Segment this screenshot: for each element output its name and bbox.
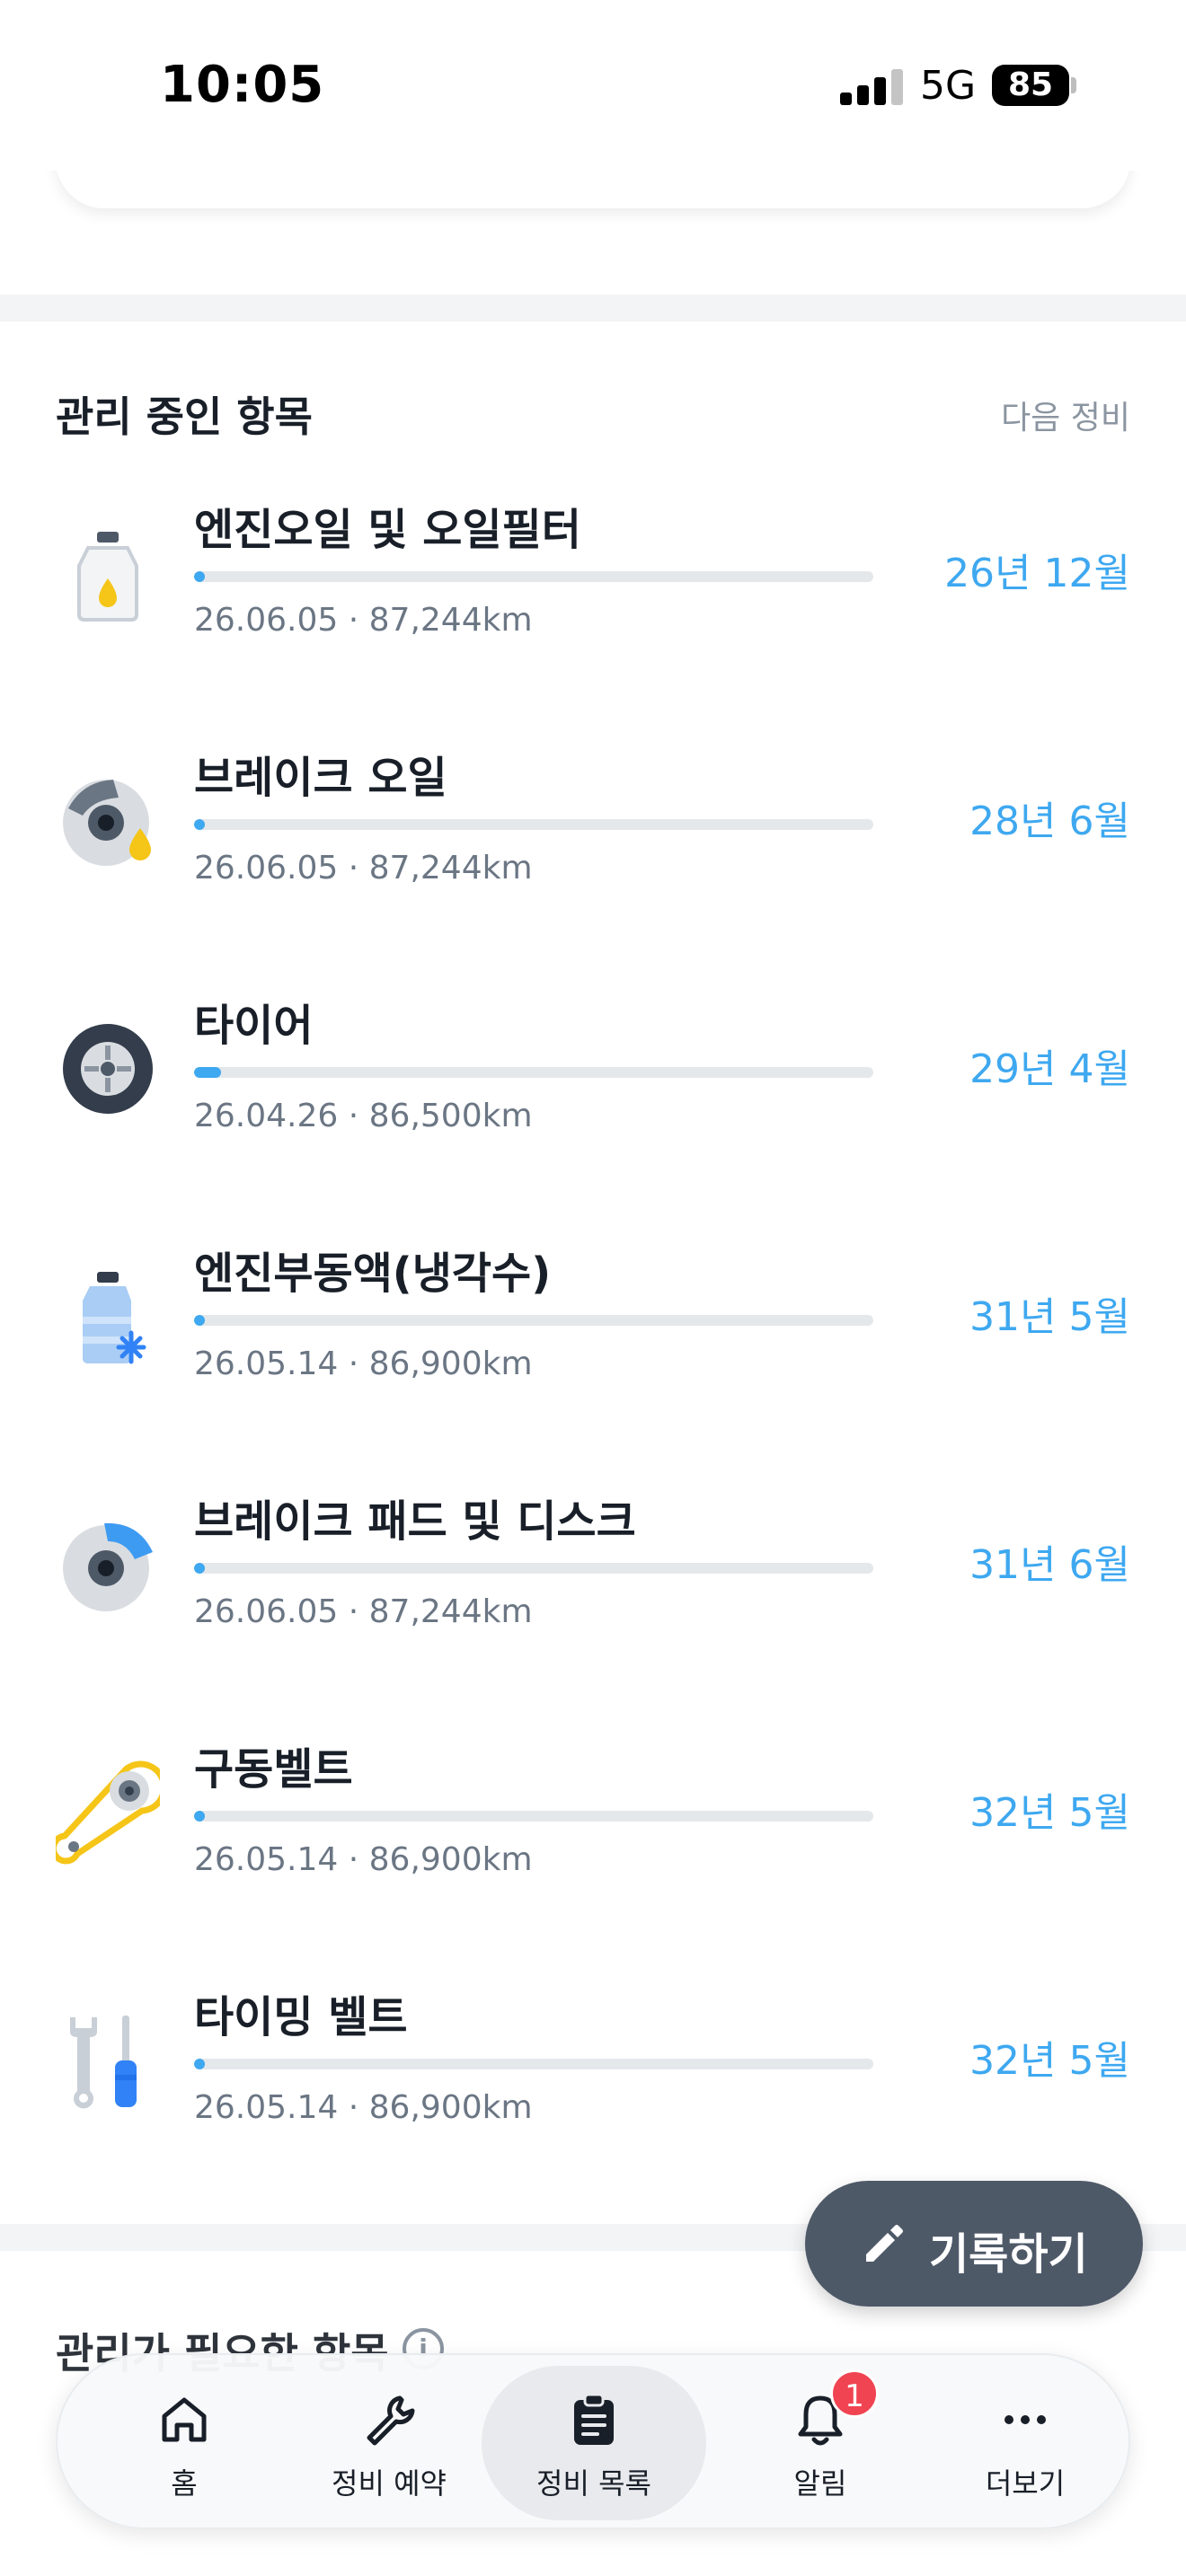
item-name: 엔진부동액(냉각수) — [194, 1248, 552, 1299]
app-screen: 10:05 5G 85 관리 중인 항목 다음 정비 엔진오일 및 오일필터 2… — [0, 0, 1186, 2576]
more-icon — [1005, 2415, 1046, 2424]
progress-track — [194, 819, 873, 830]
network-type: 5G — [920, 63, 977, 109]
maintenance-item-timing-belt[interactable]: 타이밍 벨트 26.05.14 · 86,900km 32년 5월 — [0, 1981, 1186, 2161]
maintenance-item-engine-oil[interactable]: 엔진오일 및 오일필터 26.06.05 · 87,244km 26년 12월 — [0, 494, 1186, 674]
item-last-service: 26.04.26 · 86,500km — [194, 1098, 533, 1134]
battery-cap — [1071, 77, 1076, 93]
status-bar: 10:05 5G 85 — [0, 0, 1186, 171]
item-last-service: 26.06.05 · 87,244km — [194, 850, 533, 887]
item-next-service: 28년 6월 — [969, 798, 1130, 844]
progress-track — [194, 1315, 873, 1326]
progress-fill — [194, 571, 205, 582]
item-next-service: 32년 5월 — [969, 2038, 1130, 2084]
item-name: 엔진오일 및 오일필터 — [194, 505, 581, 555]
maintenance-item-brake-oil[interactable]: 브레이크 오일 26.06.05 · 87,244km 28년 6월 — [0, 742, 1186, 922]
item-next-service: 32년 5월 — [969, 1790, 1130, 1836]
nav-label-alerts: 알림 — [793, 2466, 847, 2501]
nav-item-more[interactable]: 더보기 — [922, 2355, 1128, 2531]
engine-oil-icon — [77, 532, 138, 622]
nav-label-home: 홈 — [171, 2466, 198, 2501]
item-last-service: 26.05.14 · 86,900km — [194, 2089, 533, 2126]
item-next-service: 29년 4월 — [969, 1046, 1130, 1092]
nav-item-booking[interactable]: 정비 예약 — [286, 2355, 492, 2531]
item-last-service: 26.05.14 · 86,900km — [194, 1345, 533, 1382]
progress-fill — [194, 1067, 221, 1078]
progress-track — [194, 1067, 873, 1078]
home-icon — [162, 2397, 207, 2442]
nav-label-booking: 정비 예약 — [332, 2466, 447, 2501]
item-last-service: 26.05.14 · 86,900km — [194, 1841, 533, 1878]
item-last-service: 26.06.05 · 87,244km — [194, 602, 533, 639]
nav-item-alerts[interactable]: 1 알림 — [717, 2355, 924, 2531]
item-name: 타이밍 벨트 — [194, 1992, 408, 2042]
item-name: 브레이크 오일 — [194, 753, 447, 803]
battery-icon: 85 — [992, 65, 1069, 106]
signal-icon — [840, 67, 903, 105]
tire-icon — [63, 1024, 153, 1114]
progress-fill — [194, 2059, 205, 2069]
item-next-service: 26년 12월 — [944, 551, 1130, 596]
record-button-label: 기록하기 — [929, 2229, 1088, 2280]
item-name: 타이어 — [194, 1001, 314, 1051]
item-last-service: 26.06.05 · 87,244km — [194, 1593, 533, 1630]
status-time: 10:05 — [160, 56, 325, 114]
progress-track — [194, 2059, 873, 2069]
clipboard-icon — [574, 2393, 614, 2445]
brake-pad-icon — [63, 1522, 153, 1611]
timing-belt-icon — [70, 2016, 137, 2109]
progress-fill — [194, 819, 205, 830]
wrench-icon — [367, 2395, 415, 2446]
section-divider — [0, 295, 1186, 322]
brake-oil-icon — [63, 780, 151, 866]
maintenance-item-drive-belt[interactable]: 구동벨트 26.05.14 · 86,900km 32년 5월 — [0, 1734, 1186, 1913]
item-name: 구동벨트 — [194, 1744, 353, 1795]
pencil-icon — [866, 2225, 903, 2262]
progress-track — [194, 1563, 873, 1574]
progress-fill — [194, 1563, 205, 1574]
maintenance-item-brake-pad[interactable]: 브레이크 패드 및 디스크 26.06.05 · 87,244km 31년 6월 — [0, 1486, 1186, 1665]
item-next-service: 31년 6월 — [969, 1542, 1130, 1588]
progress-fill — [194, 1811, 205, 1822]
nav-label-more: 더보기 — [985, 2466, 1066, 2501]
item-name: 브레이크 패드 및 디스크 — [194, 1496, 636, 1547]
section-title-managed: 관리 중인 항목 — [56, 393, 313, 441]
coolant-icon — [83, 1272, 146, 1364]
maintenance-item-coolant[interactable]: 엔진부동액(냉각수) 26.05.14 · 86,900km 31년 5월 — [0, 1238, 1186, 1417]
item-next-service: 31년 5월 — [969, 1294, 1130, 1340]
nav-label-records: 정비 목록 — [536, 2466, 651, 2501]
record-button[interactable]: 기록하기 — [805, 2181, 1143, 2307]
next-service-label: 다음 정비 — [1001, 400, 1130, 437]
progress-track — [194, 1811, 873, 1822]
alerts-badge: 1 — [830, 2369, 879, 2418]
progress-track — [194, 571, 873, 582]
nav-item-records[interactable]: 정비 목록 — [482, 2366, 706, 2520]
nav-item-home[interactable]: 홈 — [81, 2355, 288, 2531]
progress-fill — [194, 1315, 205, 1326]
bottom-nav: 홈 정비 예약 정비 목록 1 알림 더보기 — [56, 2353, 1130, 2529]
drive-belt-icon — [56, 1760, 160, 1865]
maintenance-item-tire[interactable]: 타이어 26.04.26 · 86,500km 29년 4월 — [0, 990, 1186, 1169]
